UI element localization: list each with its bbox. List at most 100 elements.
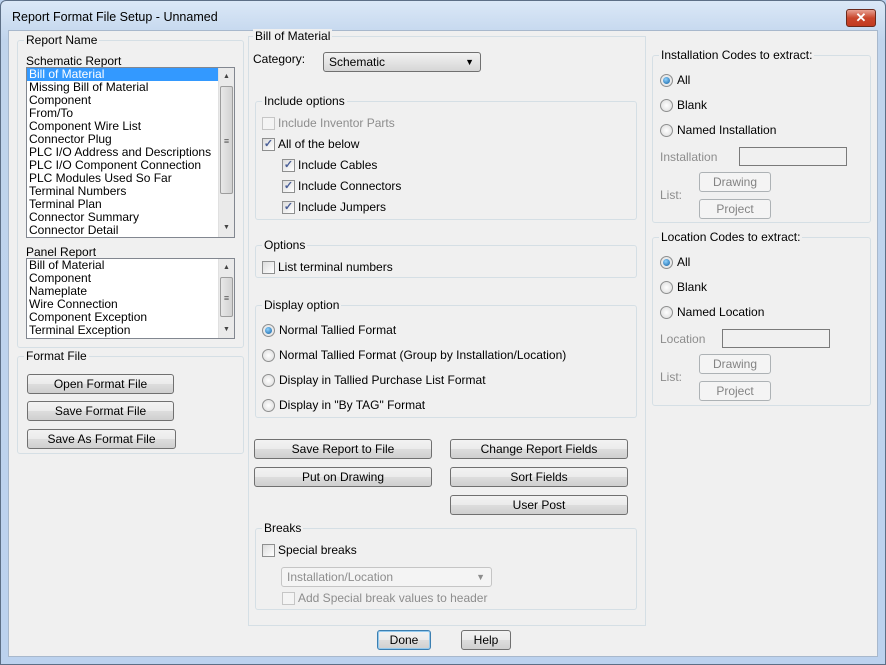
radio-label: Named Installation (677, 123, 777, 137)
scroll-down-icon[interactable]: ▼ (219, 323, 234, 337)
loc-blank-radio[interactable]: Blank (660, 280, 707, 294)
section-title: Bill of Material (253, 29, 333, 43)
scroll-thumb[interactable]: ≡ (220, 277, 233, 317)
checkbox-icon (262, 116, 275, 130)
panel-report-list[interactable]: Bill of Material Component Nameplate Wir… (26, 258, 235, 339)
location-field-label: Location (660, 332, 706, 346)
radio-label: Display in "By TAG" Format (279, 398, 426, 412)
all-below-checkbox[interactable]: ✓ All of the below (262, 137, 359, 151)
dropdown-arrow-icon: ▼ (465, 57, 474, 67)
installation-input[interactable] (739, 147, 847, 166)
special-breaks-checkbox[interactable]: Special breaks (262, 543, 357, 557)
scroll-down-icon[interactable]: ▼ (219, 221, 234, 235)
open-format-file-button[interactable]: Open Format File (27, 374, 174, 394)
radio-label: Named Location (677, 305, 765, 319)
inst-drawing-button[interactable]: Drawing (699, 172, 771, 192)
add-special-break-checkbox[interactable]: Add Special break values to header (282, 591, 487, 605)
done-button[interactable]: Done (377, 630, 431, 650)
radio-icon (660, 280, 673, 294)
scroll-up-icon[interactable]: ▲ (219, 70, 234, 84)
loc-all-radio[interactable]: All (660, 255, 690, 269)
inst-list-label: List: (660, 188, 683, 202)
help-button[interactable]: Help (461, 630, 511, 650)
dropdown-arrow-icon: ▼ (476, 572, 485, 582)
category-value: Schematic (329, 55, 386, 69)
loc-list-label: List: (660, 370, 683, 384)
radio-label: Display in Tallied Purchase List Format (279, 373, 486, 387)
location-input[interactable] (722, 329, 830, 348)
named-installation-radio[interactable]: Named Installation (660, 123, 776, 137)
inst-all-radio[interactable]: All (660, 73, 690, 87)
put-on-drawing-button[interactable]: Put on Drawing (254, 467, 432, 487)
display-option-radio-0[interactable]: Normal Tallied Format (262, 323, 396, 337)
include-connectors-checkbox[interactable]: ✓ Include Connectors (282, 179, 401, 193)
checkbox-label: Include Cables (298, 158, 378, 172)
checkbox-icon (262, 260, 275, 274)
radio-icon (660, 123, 673, 137)
radio-label: All (677, 73, 691, 87)
change-report-fields-button[interactable]: Change Report Fields (450, 439, 628, 459)
checkbox-label: Include Connectors (298, 179, 402, 193)
radio-label: Blank (677, 280, 708, 294)
radio-icon (262, 373, 275, 387)
breaks-value: Installation/Location (287, 570, 394, 584)
display-option-radio-2[interactable]: Display in Tallied Purchase List Format (262, 373, 486, 387)
checkmark-icon: ✓ (282, 200, 295, 214)
scrollbar[interactable]: ▲ ≡ ▼ (218, 68, 234, 237)
panel-report-label: Panel Report (26, 245, 97, 259)
schematic-report-label: Schematic Report (26, 54, 122, 68)
report-name-label: Report Name (24, 33, 100, 47)
include-inventor-checkbox[interactable]: Include Inventor Parts (262, 116, 395, 130)
include-jumpers-checkbox[interactable]: ✓ Include Jumpers (282, 200, 386, 214)
named-location-radio[interactable]: Named Location (660, 305, 764, 319)
checkbox-icon (262, 543, 275, 557)
list-item[interactable]: Terminal Exception (27, 324, 234, 337)
scrollbar[interactable]: ▲ ≡ ▼ (218, 259, 234, 338)
window-title: Report Format File Setup - Unnamed (12, 10, 218, 24)
breaks-label: Breaks (262, 521, 304, 535)
radio-icon (262, 348, 275, 362)
breaks-select[interactable]: Installation/Location ▼ (281, 567, 492, 587)
inst-blank-radio[interactable]: Blank (660, 98, 707, 112)
radio-label: Normal Tallied Format (Group by Installa… (279, 348, 567, 362)
display-option-label: Display option (262, 298, 342, 312)
options-label: Options (262, 238, 308, 252)
sort-fields-button[interactable]: Sort Fields (450, 467, 628, 487)
user-post-button[interactable]: User Post (450, 495, 628, 515)
save-format-file-button[interactable]: Save Format File (27, 401, 174, 421)
installation-field-label: Installation (660, 150, 718, 164)
display-option-radio-3[interactable]: Display in "By TAG" Format (262, 398, 425, 412)
checkmark-icon: ✓ (262, 137, 275, 151)
checkbox-label: List terminal numbers (278, 260, 393, 274)
radio-label: All (677, 255, 691, 269)
radio-icon (262, 398, 275, 412)
radio-selected-icon (660, 73, 673, 87)
installation-codes-label: Installation Codes to extract: (659, 48, 815, 62)
list-item[interactable]: Connector Detail (27, 224, 234, 237)
category-select[interactable]: Schematic ▼ (323, 52, 481, 72)
close-button[interactable]: ✕ (846, 9, 876, 27)
save-report-button[interactable]: Save Report to File (254, 439, 432, 459)
radio-icon (660, 98, 673, 112)
checkbox-label: All of the below (278, 137, 360, 151)
list-terminal-numbers-checkbox[interactable]: List terminal numbers (262, 260, 393, 274)
save-as-format-file-button[interactable]: Save As Format File (27, 429, 176, 449)
radio-label: Blank (677, 98, 708, 112)
scroll-up-icon[interactable]: ▲ (219, 261, 234, 275)
include-options-label: Include options (262, 94, 347, 108)
radio-label: Normal Tallied Format (279, 323, 397, 337)
display-option-radio-1[interactable]: Normal Tallied Format (Group by Installa… (262, 348, 566, 362)
checkbox-label: Include Inventor Parts (278, 116, 395, 130)
scroll-thumb[interactable]: ≡ (220, 86, 233, 194)
location-codes-label: Location Codes to extract: (659, 230, 803, 244)
radio-selected-icon (660, 255, 673, 269)
inst-project-button[interactable]: Project (699, 199, 771, 219)
loc-drawing-button[interactable]: Drawing (699, 354, 771, 374)
schematic-report-list[interactable]: Bill of Material Missing Bill of Materia… (26, 67, 235, 238)
radio-selected-icon (262, 323, 275, 337)
checkmark-icon: ✓ (282, 179, 295, 193)
include-cables-checkbox[interactable]: ✓ Include Cables (282, 158, 377, 172)
format-file-label: Format File (24, 349, 89, 363)
loc-project-button[interactable]: Project (699, 381, 771, 401)
checkbox-icon (282, 591, 295, 605)
